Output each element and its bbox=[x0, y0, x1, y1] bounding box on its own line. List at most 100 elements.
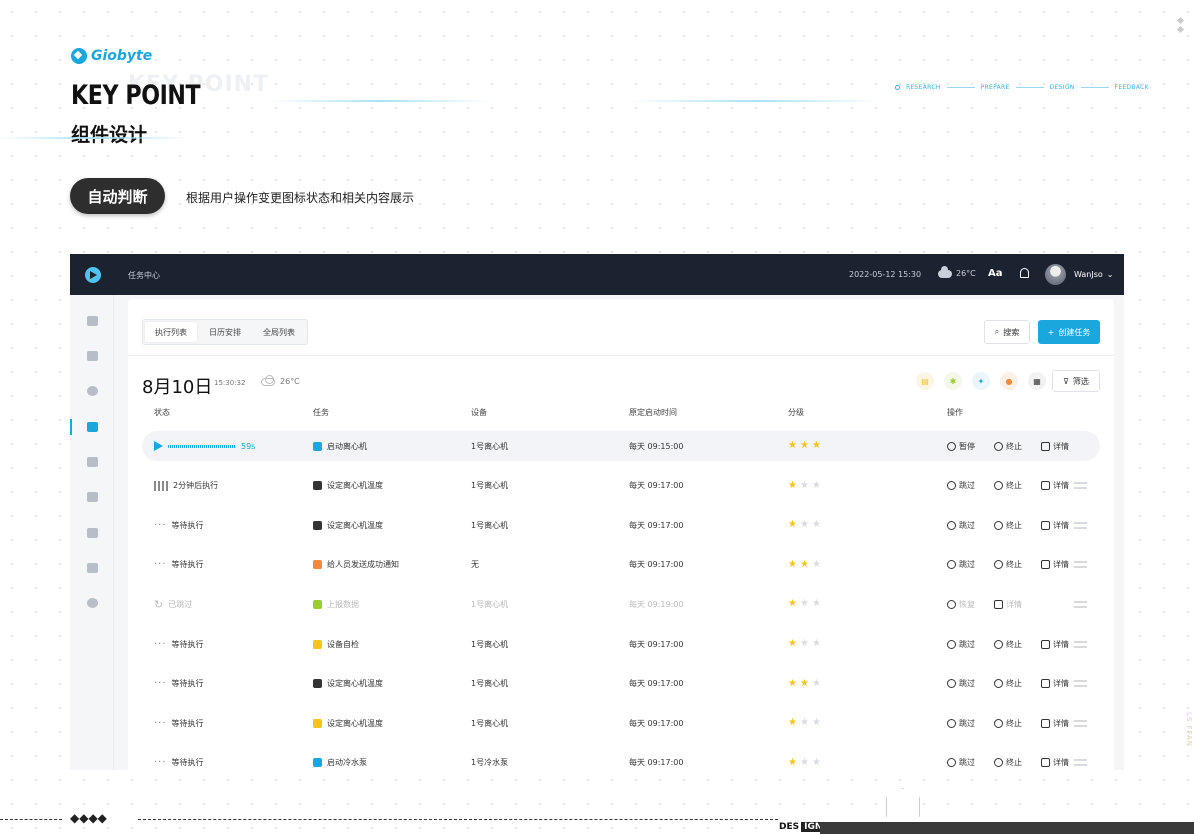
task-cell: 设备自检 bbox=[313, 629, 359, 659]
status-text: 2分钟后执行 bbox=[173, 481, 219, 491]
table-row[interactable]: 59s 启动离心机 1号离心机 每天 09:15:00 ★ ★ ★ 暂停 终止 详情 bbox=[142, 431, 1100, 461]
search-button[interactable]: ⌕ 搜索 bbox=[984, 320, 1030, 344]
stop-icon bbox=[994, 520, 1003, 530]
font-size-button[interactable]: Aa bbox=[988, 268, 1003, 279]
sidebar-apps-icon[interactable] bbox=[87, 563, 98, 573]
op-detail-icon-button[interactable]: 详情 bbox=[994, 599, 1022, 610]
filter-data-icon[interactable]: ✱ bbox=[944, 372, 962, 390]
status-text: 等待执行 bbox=[171, 639, 204, 649]
op-skip-icon-button[interactable]: 跳过 bbox=[947, 559, 975, 570]
tab-execution-list[interactable]: 执行列表 bbox=[145, 322, 197, 342]
footer-diamonds-icon: ◆◆◆◆ bbox=[70, 811, 107, 825]
detail-icon bbox=[1041, 520, 1050, 530]
op-stop-icon-button[interactable]: 终止 bbox=[994, 520, 1022, 531]
sidebar-task-icon[interactable] bbox=[87, 422, 98, 432]
skip-icon bbox=[947, 718, 956, 728]
op-detail-icon-button[interactable]: 详情 bbox=[1041, 441, 1069, 452]
op-skip-icon-button[interactable]: 跳过 bbox=[947, 718, 975, 729]
op-detail-icon-button[interactable]: 详情 bbox=[1041, 480, 1069, 491]
op-stop-icon-button[interactable]: 终止 bbox=[994, 639, 1022, 650]
play-icon[interactable] bbox=[154, 441, 163, 451]
filter-device-icon[interactable]: ▤ bbox=[916, 372, 934, 390]
op-detail-icon-button[interactable]: 详情 bbox=[1041, 639, 1069, 650]
drag-handle[interactable] bbox=[1074, 471, 1087, 501]
corner-decoration bbox=[1176, 16, 1185, 34]
sidebar-robot-icon[interactable] bbox=[87, 528, 98, 538]
op-stop-icon-button[interactable]: 终止 bbox=[994, 441, 1022, 452]
op-detail-icon-button[interactable]: 详情 bbox=[1041, 559, 1069, 570]
drag-handle[interactable] bbox=[1074, 629, 1087, 659]
op-stop-icon-button[interactable]: 终止 bbox=[994, 718, 1022, 729]
op-detail-icon-button[interactable]: 详情 bbox=[1041, 678, 1069, 689]
sidebar-wrench-icon[interactable] bbox=[87, 457, 98, 467]
filter-person-icon[interactable]: ● bbox=[1000, 372, 1018, 390]
level-cell: ★ ★ ★ bbox=[788, 629, 821, 659]
table-row[interactable]: ↻ 已跳过 上报数据 1号离心机 每天 09:19:00 ★ ★ ★ 恢复 详情 bbox=[142, 589, 1100, 619]
op-stop-icon-button[interactable]: 终止 bbox=[994, 757, 1022, 768]
device-cell: 1号离心机 bbox=[471, 639, 509, 649]
drag-handle[interactable] bbox=[1074, 669, 1087, 699]
ops-cell: 跳过 终止 详情 bbox=[947, 708, 1083, 738]
drag-handle[interactable] bbox=[1074, 510, 1087, 540]
sidebar-user-icon[interactable] bbox=[87, 492, 98, 502]
task-type-icon bbox=[313, 679, 322, 689]
sidebar bbox=[70, 295, 114, 770]
task-type-icon bbox=[313, 520, 322, 530]
op-stop-icon-button[interactable]: 终止 bbox=[994, 678, 1022, 689]
brand-name: Giobyte bbox=[91, 48, 153, 64]
giobyte-logo-icon bbox=[71, 48, 87, 64]
bell-icon[interactable] bbox=[1020, 268, 1029, 278]
op-detail-icon-button[interactable]: 详情 bbox=[1041, 757, 1069, 768]
app-logo-icon[interactable] bbox=[85, 267, 101, 283]
table-row[interactable]: ··· 等待执行 设定离心机温度 1号离心机 每天 09:17:00 ★ ★ ★ 跳过… bbox=[142, 510, 1100, 540]
op-skip-icon-button[interactable]: 跳过 bbox=[947, 480, 975, 491]
drag-handle[interactable] bbox=[1074, 550, 1087, 580]
table-row[interactable]: ··· 等待执行 设定离心机温度 1号离心机 每天 09:17:00 ★ ★ ★ 跳过… bbox=[142, 708, 1100, 738]
op-pause-icon-button[interactable]: 暂停 bbox=[947, 441, 975, 452]
filter-button[interactable]: ⊽ 筛选 bbox=[1052, 370, 1100, 392]
sidebar-list-icon[interactable] bbox=[87, 351, 98, 361]
status-text: 59s bbox=[241, 441, 256, 451]
op-skip-icon-button[interactable]: 跳过 bbox=[947, 639, 975, 650]
status-text: 等待执行 bbox=[171, 520, 204, 530]
tab-calendar[interactable]: 日历安排 bbox=[199, 322, 251, 342]
drag-handle-icon bbox=[1074, 521, 1087, 529]
device-cell: 1号离心机 bbox=[471, 679, 509, 689]
sidebar-settings-icon[interactable] bbox=[87, 598, 98, 608]
op-stop-icon-button[interactable]: 终止 bbox=[994, 559, 1022, 570]
sidebar-chart-icon[interactable] bbox=[87, 316, 98, 326]
drag-handle[interactable] bbox=[1074, 708, 1087, 738]
op-detail-icon-button[interactable]: 详情 bbox=[1041, 718, 1069, 729]
task-cell: 启动冷水泵 bbox=[313, 748, 367, 770]
day-weather: 26°C bbox=[261, 374, 300, 386]
drag-handle[interactable] bbox=[1074, 748, 1087, 770]
task-type-icon bbox=[313, 639, 322, 649]
drag-handle[interactable] bbox=[1074, 589, 1087, 619]
op-skip-icon-button[interactable]: 跳过 bbox=[947, 520, 975, 531]
op-restore-icon-button[interactable]: 恢复 bbox=[947, 599, 975, 610]
table-row[interactable]: ··· 等待执行 启动冷水泵 1号冷水泵 每天 09:17:00 ★ ★ ★ 跳过 终止… bbox=[142, 748, 1100, 770]
filter-fan-icon[interactable]: ✦ bbox=[972, 372, 990, 390]
create-task-button[interactable]: + 创建任务 bbox=[1038, 320, 1100, 344]
current-datetime: 2022-05-12 15:30 bbox=[849, 270, 922, 279]
device-cell: 无 bbox=[471, 560, 479, 570]
table-row[interactable]: ··· 等待执行 给人员发送成功通知 无 每天 09:17:00 ★ ★ ★ 跳过 终止… bbox=[142, 550, 1100, 580]
table-row[interactable]: ··· 等待执行 设备自检 1号离心机 每天 09:17:00 ★ ★ ★ 跳过 终止详… bbox=[142, 629, 1100, 659]
col-level: 分级 bbox=[788, 408, 804, 417]
avatar[interactable] bbox=[1045, 264, 1066, 285]
table-row[interactable]: ··· 等待执行 设定离心机温度 1号离心机 每天 09:17:00 ★ ★ ★ 跳过… bbox=[142, 669, 1100, 699]
device-cell: 1号离心机 bbox=[471, 520, 509, 530]
tab-global-list[interactable]: 全局列表 bbox=[253, 322, 305, 342]
op-skip-icon-button[interactable]: 跳过 bbox=[947, 678, 975, 689]
sidebar-pie-icon[interactable] bbox=[87, 386, 98, 396]
op-detail-icon-button[interactable]: 详情 bbox=[1041, 520, 1069, 531]
table-row[interactable]: 2分钟后执行 设定离心机温度 1号离心机 每天 09:17:00 ★ ★ ★ 跳过终… bbox=[142, 471, 1100, 501]
user-menu[interactable]: WanJso ⌄ bbox=[1074, 270, 1114, 279]
task-cell: 设定离心机温度 bbox=[313, 669, 383, 699]
stop-icon bbox=[994, 758, 1003, 768]
table-header: 状态 任务 设备 原定启动时间 分级 操作 bbox=[142, 407, 1100, 423]
op-stop-icon-button[interactable]: 终止 bbox=[994, 480, 1022, 491]
op-skip-icon-button[interactable]: 跳过 bbox=[947, 757, 975, 768]
filter-apps-icon[interactable]: ▦ bbox=[1028, 372, 1046, 390]
level-cell: ★ ★ ★ bbox=[788, 589, 821, 619]
